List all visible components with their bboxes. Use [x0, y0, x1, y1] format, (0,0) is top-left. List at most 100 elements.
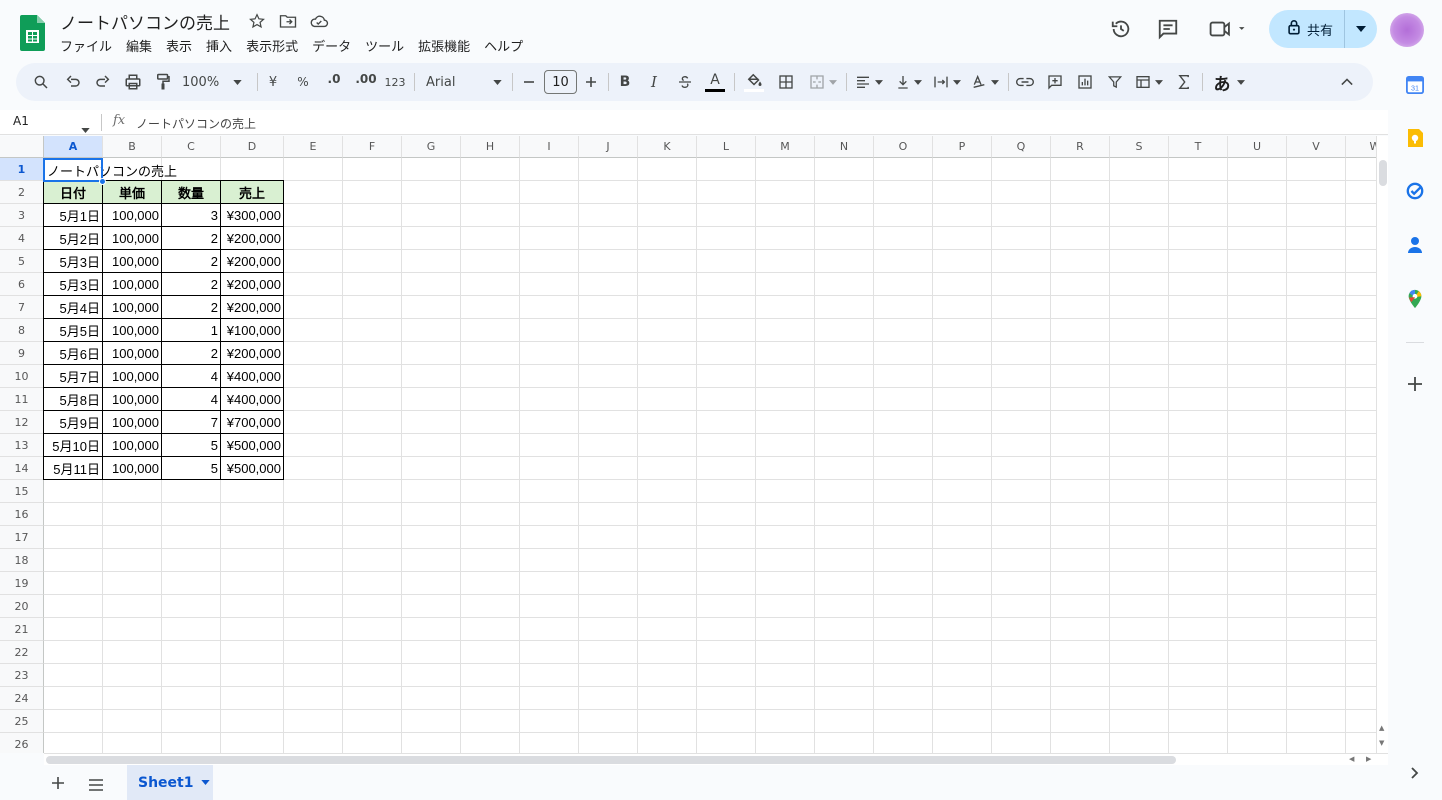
table-cell-date[interactable]: 5月3日 [43, 273, 103, 296]
table-cell-unit-price[interactable]: 100,000 [103, 365, 162, 388]
table-cell-quantity[interactable]: 4 [162, 388, 221, 411]
zoom-select[interactable]: 100% [182, 63, 248, 101]
row-header-14[interactable]: 14 [0, 457, 44, 480]
table-cell-date[interactable]: 5月9日 [43, 411, 103, 434]
scroll-up-icon[interactable]: ▲ [1379, 724, 1384, 732]
header-cell-quantity[interactable]: 数量 [162, 180, 221, 204]
text-color-button[interactable]: A [704, 63, 726, 101]
menu-format[interactable]: 表示形式 [246, 36, 298, 55]
menu-data[interactable]: データ [312, 36, 351, 55]
meet-icon[interactable] [1205, 16, 1251, 42]
row-header-9[interactable]: 9 [0, 342, 44, 365]
row-header-10[interactable]: 10 [0, 365, 44, 388]
share-button[interactable]: 共有 [1269, 10, 1377, 48]
table-cell-sales[interactable]: ¥200,000 [221, 342, 284, 365]
table-cell-unit-price[interactable]: 100,000 [103, 273, 162, 296]
collapse-menus-icon[interactable] [1336, 63, 1358, 101]
row-header-7[interactable]: 7 [0, 296, 44, 319]
header-cell-date[interactable]: 日付 [43, 180, 103, 204]
row-header-19[interactable]: 19 [0, 572, 44, 595]
functions-icon[interactable] [1174, 63, 1194, 101]
table-cell-unit-price[interactable]: 100,000 [103, 227, 162, 250]
table-cell-sales[interactable]: ¥500,000 [221, 457, 284, 480]
row-header-18[interactable]: 18 [0, 549, 44, 572]
column-header-f[interactable]: F [343, 136, 402, 158]
row-header-21[interactable]: 21 [0, 618, 44, 641]
insert-chart-icon[interactable] [1074, 63, 1096, 101]
row-header-4[interactable]: 4 [0, 227, 44, 250]
bold-button[interactable]: B [616, 63, 634, 101]
document-title[interactable]: ノートパソコンの売上 [60, 9, 230, 34]
column-header-i[interactable]: I [520, 136, 579, 158]
percent-format-button[interactable]: % [293, 63, 313, 101]
menu-insert[interactable]: 挿入 [206, 36, 232, 55]
table-cell-unit-price[interactable]: 100,000 [103, 388, 162, 411]
table-cell-unit-price[interactable]: 100,000 [103, 457, 162, 480]
increase-font-size-icon[interactable] [582, 63, 600, 101]
column-header-p[interactable]: P [933, 136, 992, 158]
merge-cells-icon[interactable] [805, 63, 841, 101]
menu-extensions[interactable]: 拡張機能 [418, 36, 470, 55]
text-wrap-icon[interactable] [930, 63, 964, 101]
insert-link-icon[interactable] [1014, 63, 1036, 101]
row-header-26[interactable]: 26 [0, 733, 44, 753]
header-cell-sales[interactable]: 売上 [221, 180, 284, 204]
sheets-logo-icon[interactable] [18, 15, 46, 51]
menu-file[interactable]: ファイル [60, 36, 112, 55]
table-cell-date[interactable]: 5月11日 [43, 457, 103, 480]
font-size-input[interactable]: 10 [544, 70, 577, 94]
table-cell-quantity[interactable]: 2 [162, 250, 221, 273]
menu-tools[interactable]: ツール [365, 36, 404, 55]
vertical-scrollbar[interactable]: ▲ ▼ [1376, 136, 1388, 753]
input-tools-button[interactable]: あ [1209, 63, 1249, 101]
row-header-25[interactable]: 25 [0, 710, 44, 733]
maps-icon[interactable] [1403, 287, 1427, 311]
row-header-22[interactable]: 22 [0, 641, 44, 664]
menu-view[interactable]: 表示 [166, 36, 192, 55]
table-cell-date[interactable]: 5月1日 [43, 204, 103, 227]
table-cell-sales[interactable]: ¥200,000 [221, 250, 284, 273]
filter-icon[interactable] [1104, 63, 1126, 101]
table-cell-quantity[interactable]: 3 [162, 204, 221, 227]
table-cell-unit-price[interactable]: 100,000 [103, 434, 162, 457]
column-header-r[interactable]: R [1051, 136, 1110, 158]
column-header-j[interactable]: J [579, 136, 638, 158]
table-cell-date[interactable]: 5月8日 [43, 388, 103, 411]
row-header-3[interactable]: 3 [0, 204, 44, 227]
undo-icon[interactable] [62, 63, 84, 101]
table-cell-quantity[interactable]: 1 [162, 319, 221, 342]
table-cell-date[interactable]: 5月3日 [43, 250, 103, 273]
table-cell-unit-price[interactable]: 100,000 [103, 342, 162, 365]
row-header-1[interactable]: 1 [0, 158, 44, 181]
all-sheets-icon[interactable] [88, 776, 104, 795]
row-header-23[interactable]: 23 [0, 664, 44, 687]
table-cell-date[interactable]: 5月5日 [43, 319, 103, 342]
column-header-c[interactable]: C [162, 136, 221, 158]
table-cell-quantity[interactable]: 5 [162, 434, 221, 457]
row-header-13[interactable]: 13 [0, 434, 44, 457]
table-cell-unit-price[interactable]: 100,000 [103, 296, 162, 319]
table-cell-unit-price[interactable]: 100,000 [103, 204, 162, 227]
table-cell-sales[interactable]: ¥200,000 [221, 227, 284, 250]
move-folder-icon[interactable] [278, 11, 298, 31]
table-cell-date[interactable]: 5月6日 [43, 342, 103, 365]
row-header-15[interactable]: 15 [0, 480, 44, 503]
column-header-g[interactable]: G [402, 136, 461, 158]
table-cell-quantity[interactable]: 2 [162, 342, 221, 365]
column-header-e[interactable]: E [284, 136, 343, 158]
get-addons-icon[interactable] [1403, 372, 1427, 396]
menu-help[interactable]: ヘルプ [484, 36, 523, 55]
share-dropdown-icon[interactable] [1345, 26, 1377, 32]
table-cell-date[interactable]: 5月4日 [43, 296, 103, 319]
table-cell-sales[interactable]: ¥400,000 [221, 388, 284, 411]
horizontal-align-icon[interactable] [852, 63, 886, 101]
column-header-o[interactable]: O [874, 136, 933, 158]
column-header-u[interactable]: U [1228, 136, 1287, 158]
avatar[interactable] [1390, 13, 1424, 47]
table-cell-date[interactable]: 5月7日 [43, 365, 103, 388]
header-cell-unit-price[interactable]: 単価 [103, 180, 162, 204]
keep-icon[interactable] [1403, 126, 1427, 150]
name-box-dropdown-icon[interactable] [81, 118, 90, 137]
fill-color-icon[interactable] [742, 63, 766, 101]
expand-panel-icon[interactable] [1403, 761, 1427, 785]
